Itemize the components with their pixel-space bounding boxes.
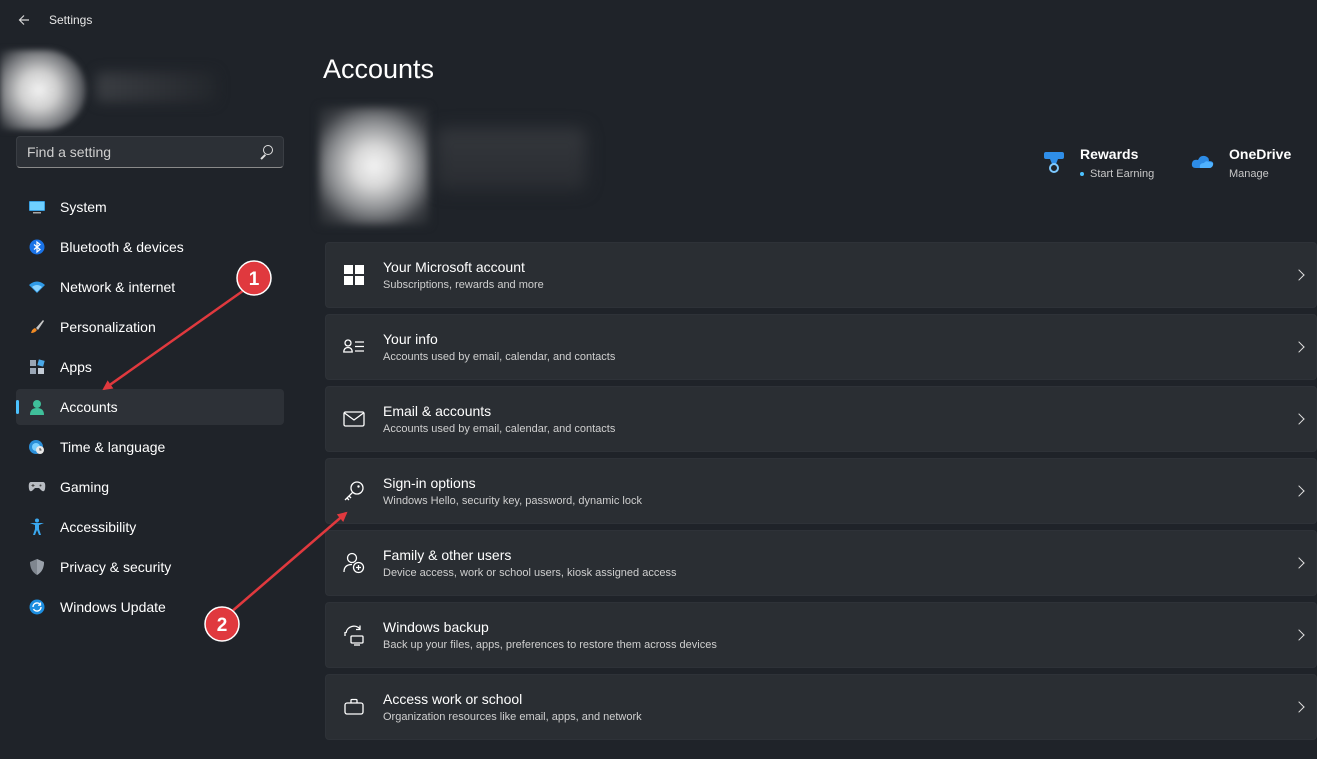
search-icon[interactable] <box>259 145 273 159</box>
rewards-title: Rewards <box>1080 146 1139 162</box>
sidebar-item-apps[interactable]: Apps <box>16 349 284 385</box>
card-title: Sign-in options <box>383 475 476 491</box>
onedrive-title: OneDrive <box>1229 146 1292 162</box>
sidebar-item-label: Time & language <box>60 439 166 455</box>
rewards-subtitle-text: Start Earning <box>1090 168 1155 180</box>
chevron-right-icon <box>1294 268 1304 282</box>
sidebar-item-system[interactable]: System <box>16 189 284 225</box>
sidebar-item-label: Privacy & security <box>60 559 172 575</box>
back-button[interactable] <box>13 9 35 31</box>
window-title: Settings <box>49 13 93 27</box>
sidebar-item-label: Network & internet <box>60 279 176 295</box>
key-icon <box>343 480 365 502</box>
shield-icon <box>28 558 46 576</box>
card-subtitle: Device access, work or school users, kio… <box>383 567 677 579</box>
sidebar-item-bluetooth[interactable]: Bluetooth & devices <box>16 229 284 265</box>
card-sign-in-options[interactable]: Sign-in options Windows Hello, security … <box>325 458 1317 524</box>
gamepad-icon <box>28 478 46 496</box>
person-add-icon <box>343 552 365 574</box>
status-dot <box>1080 172 1084 176</box>
monitor-icon <box>28 198 46 216</box>
sidebar-item-label: Bluetooth & devices <box>60 239 184 255</box>
sidebar-item-label: System <box>60 199 107 215</box>
sidebar-item-personalization[interactable]: Personalization <box>16 309 284 345</box>
card-subtitle: Back up your files, apps, preferences to… <box>383 639 717 651</box>
card-title: Family & other users <box>383 547 512 563</box>
card-email-accounts[interactable]: Email & accounts Accounts used by email,… <box>325 386 1317 452</box>
update-icon <box>28 598 46 616</box>
card-access-work-school[interactable]: Access work or school Organization resou… <box>325 674 1317 740</box>
title-bar: Settings <box>0 0 1317 40</box>
mail-icon <box>343 408 365 430</box>
backup-icon <box>343 624 365 646</box>
sidebar-item-label: Personalization <box>60 319 156 335</box>
search-box[interactable] <box>16 136 284 168</box>
account-name-blurred <box>436 128 586 190</box>
avatar <box>0 50 86 130</box>
apps-icon <box>28 358 46 376</box>
wifi-icon <box>28 278 46 296</box>
contact-card-icon <box>343 336 365 358</box>
card-title: Access work or school <box>383 691 523 707</box>
sidebar-item-accounts[interactable]: Accounts <box>16 389 284 425</box>
chevron-right-icon <box>1294 340 1304 354</box>
sidebar-item-gaming[interactable]: Gaming <box>16 469 284 505</box>
card-windows-backup[interactable]: Windows backup Back up your files, apps,… <box>325 602 1317 668</box>
rewards-tile[interactable]: Rewards Start Earning <box>1042 146 1154 180</box>
rewards-subtitle: Start Earning <box>1080 168 1154 180</box>
globe-clock-icon <box>28 438 46 456</box>
briefcase-icon <box>343 696 365 718</box>
card-subtitle: Windows Hello, security key, password, d… <box>383 495 642 507</box>
chevron-right-icon <box>1294 700 1304 714</box>
card-title: Your info <box>383 331 438 347</box>
chevron-right-icon <box>1294 412 1304 426</box>
card-microsoft-account[interactable]: Your Microsoft account Subscriptions, re… <box>325 242 1317 308</box>
sidebar-item-label: Gaming <box>60 479 110 495</box>
card-family-other-users[interactable]: Family & other users Device access, work… <box>325 530 1317 596</box>
chevron-right-icon <box>1294 484 1304 498</box>
card-your-info[interactable]: Your info Accounts used by email, calend… <box>325 314 1317 380</box>
card-subtitle: Organization resources like email, apps,… <box>383 711 642 723</box>
brush-icon <box>28 318 46 336</box>
sidebar-item-label: Apps <box>60 359 92 375</box>
onedrive-subtitle: Manage <box>1229 168 1269 180</box>
sidebar-profile[interactable] <box>0 50 240 130</box>
sidebar-item-label: Windows Update <box>60 599 166 615</box>
accessibility-icon <box>28 518 46 536</box>
settings-card-list: Your Microsoft account Subscriptions, re… <box>325 242 1317 746</box>
card-subtitle: Accounts used by email, calendar, and co… <box>383 423 616 435</box>
chevron-right-icon <box>1294 556 1304 570</box>
page-title: Accounts <box>323 54 435 84</box>
sidebar-item-time-language[interactable]: Time & language <box>16 429 284 465</box>
profile-name-blurred <box>96 72 216 102</box>
windows-logo-icon <box>343 264 365 286</box>
trophy-icon <box>1042 150 1066 174</box>
sidebar-item-accessibility[interactable]: Accessibility <box>16 509 284 545</box>
bluetooth-icon <box>28 238 46 256</box>
onedrive-tile[interactable]: OneDrive Manage <box>1191 146 1291 180</box>
card-title: Windows backup <box>383 619 489 635</box>
back-arrow-icon <box>18 15 29 25</box>
sidebar-item-network[interactable]: Network & internet <box>16 269 284 305</box>
person-icon <box>28 398 46 416</box>
onedrive-cloud-icon <box>1191 150 1215 174</box>
sidebar-item-label: Accounts <box>60 399 118 415</box>
sidebar-nav: System Bluetooth & devices Network & int… <box>16 189 284 629</box>
sidebar-item-windows-update[interactable]: Windows Update <box>16 589 284 625</box>
chevron-right-icon <box>1294 628 1304 642</box>
card-title: Email & accounts <box>383 403 492 419</box>
search-input[interactable] <box>27 144 259 160</box>
sidebar-item-privacy[interactable]: Privacy & security <box>16 549 284 585</box>
sidebar-item-label: Accessibility <box>60 519 137 535</box>
card-title: Your Microsoft account <box>383 259 525 275</box>
card-subtitle: Subscriptions, rewards and more <box>383 279 544 291</box>
account-avatar <box>319 107 429 225</box>
card-subtitle: Accounts used by email, calendar, and co… <box>383 351 616 363</box>
